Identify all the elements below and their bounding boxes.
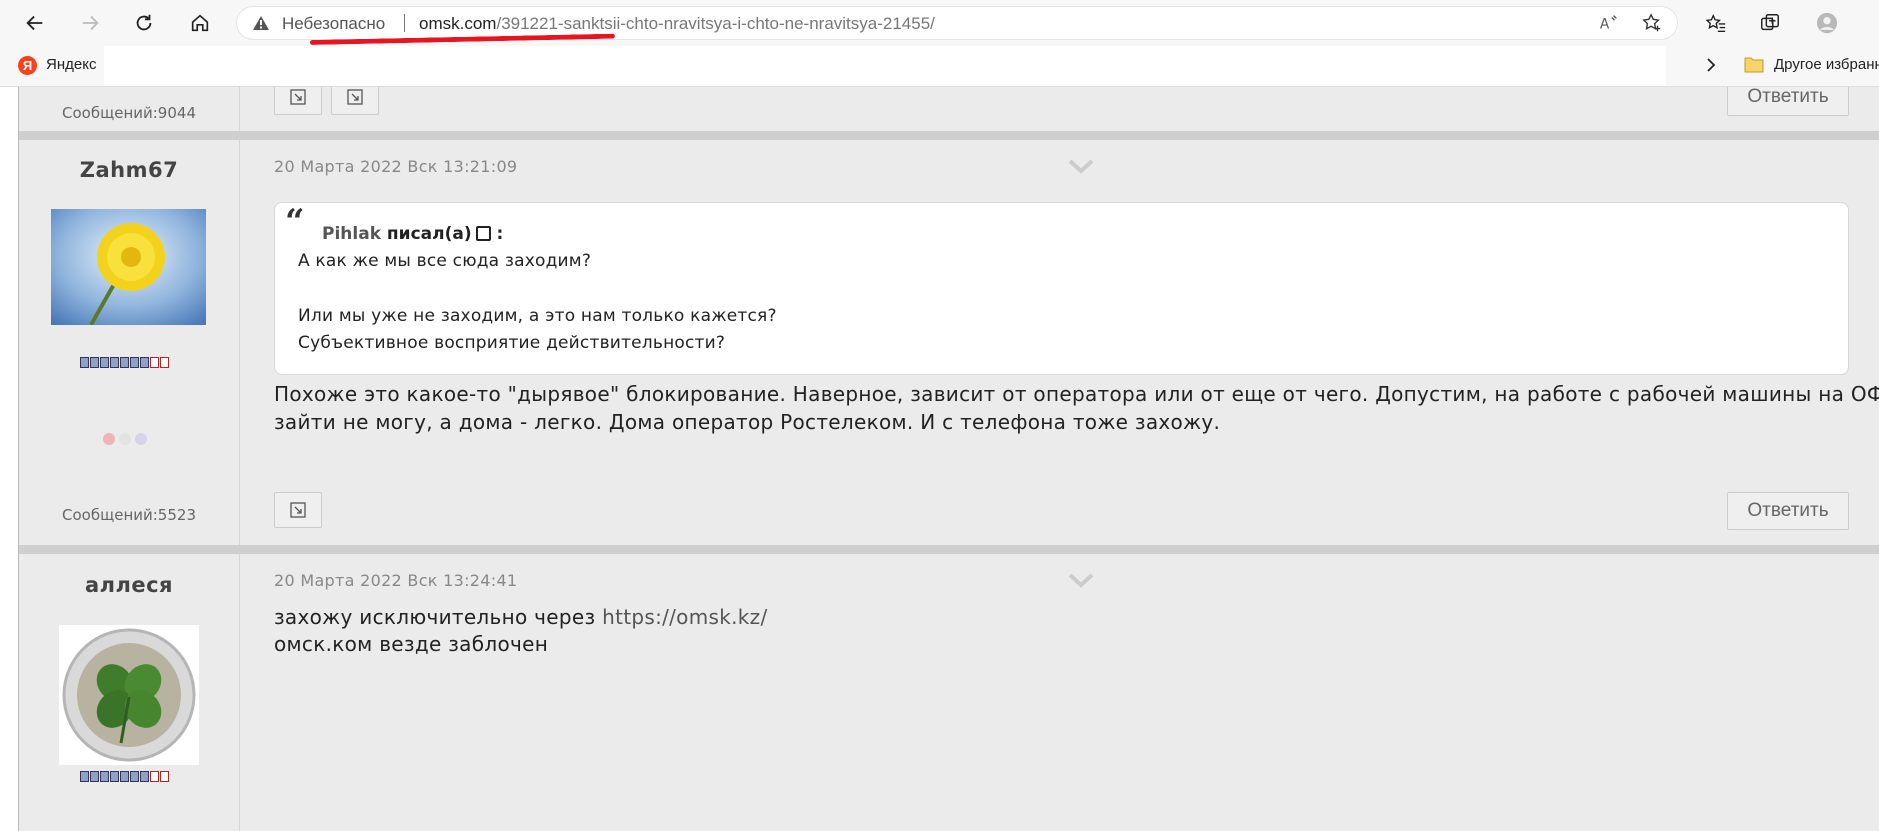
svg-text:A: A bbox=[1600, 17, 1610, 33]
folder-icon bbox=[1744, 57, 1764, 73]
avatar[interactable] bbox=[51, 209, 206, 325]
post-text: захожу исключительно через bbox=[274, 605, 603, 629]
url-host: omsk.com bbox=[419, 14, 497, 33]
clover-coin-avatar-image bbox=[59, 625, 199, 765]
chevron-down-icon[interactable] bbox=[1067, 572, 1095, 588]
reply-button[interactable]: Ответить bbox=[1727, 492, 1849, 530]
award-icon bbox=[119, 433, 131, 445]
profile-button[interactable] bbox=[1810, 7, 1844, 39]
quote-wrote-label: писал(а) bbox=[386, 224, 472, 244]
warning-icon[interactable] bbox=[252, 15, 270, 31]
award-icons bbox=[103, 433, 147, 445]
forward-icon bbox=[82, 15, 99, 31]
chevron-down-icon[interactable] bbox=[1067, 158, 1095, 174]
message-count: Сообщений:5523 bbox=[62, 506, 196, 524]
forum-post: Zahm67 Сообщений:5523 20 Марта 2022 Вск … bbox=[19, 140, 1879, 545]
quote-header: Pihlak писал(а) : bbox=[322, 224, 503, 244]
quote-line: Субъективное восприятие действительности… bbox=[298, 333, 726, 353]
quote-line: А как же мы все сюда заходим? bbox=[298, 251, 592, 271]
post-text-line: омск.ком везде заблочен bbox=[274, 632, 549, 656]
rank-indicator bbox=[80, 357, 169, 368]
back-button[interactable] bbox=[18, 7, 52, 39]
jump-icon bbox=[290, 89, 306, 105]
bookmarks-bar: Я Яндекс Другое избранн bbox=[0, 46, 1879, 87]
post-divider bbox=[19, 545, 1879, 554]
post-body: 20 Марта 2022 Вск 13:24:41 захожу исключ… bbox=[240, 554, 1879, 831]
back-icon bbox=[26, 15, 43, 31]
jump-button[interactable] bbox=[274, 87, 322, 115]
post-date: 20 Марта 2022 Вск 13:21:09 bbox=[274, 157, 518, 176]
address-separator bbox=[404, 14, 405, 32]
collections-icon bbox=[1761, 14, 1779, 31]
forum-post: Сообщений:9044 Ответить bbox=[19, 87, 1879, 131]
yandex-icon: Я bbox=[18, 56, 37, 75]
post-author-panel: Zahm67 Сообщений:5523 bbox=[19, 140, 240, 545]
url-text[interactable]: omsk.com/391221-sanktsii-chto-nravitsya-… bbox=[419, 14, 935, 34]
favorites-button[interactable] bbox=[1699, 7, 1733, 39]
quote-link-icon[interactable] bbox=[475, 226, 491, 241]
refresh-icon bbox=[136, 14, 152, 31]
post-author-panel: аллеся bbox=[19, 554, 240, 831]
chevron-right-icon[interactable] bbox=[1702, 56, 1720, 74]
quote-block: “ Pihlak писал(а) : А как же мы все сюда… bbox=[274, 202, 1849, 375]
post-date: 20 Марта 2022 Вск 13:24:41 bbox=[274, 571, 518, 590]
award-icon bbox=[135, 433, 147, 445]
quote-author[interactable]: Pihlak bbox=[322, 224, 381, 244]
forward-button[interactable] bbox=[73, 7, 107, 39]
bookmark-other-favorites[interactable]: Другое избранн bbox=[1774, 56, 1879, 73]
home-icon bbox=[191, 14, 209, 32]
post-text-line: Похоже это какое-то "дырявое" блокирован… bbox=[274, 382, 1879, 406]
forum-page: Сообщений:9044 Ответить Zahm67 Сообщений… bbox=[0, 87, 1879, 831]
bookmark-yandex[interactable]: Яндекс bbox=[46, 56, 96, 73]
post-body: Ответить bbox=[240, 87, 1879, 131]
url-path: /391221-sanktsii-chto-nravitsya-i-chto-n… bbox=[496, 14, 935, 33]
refresh-button[interactable] bbox=[127, 7, 161, 39]
home-button[interactable] bbox=[183, 7, 217, 39]
post-username[interactable]: аллеся bbox=[19, 573, 239, 597]
external-link[interactable]: https://omsk.kz/ bbox=[602, 605, 767, 629]
post-divider bbox=[19, 131, 1879, 140]
reply-button[interactable]: Ответить bbox=[1727, 87, 1849, 116]
collections-button[interactable] bbox=[1753, 7, 1787, 39]
jump-button[interactable] bbox=[274, 492, 322, 528]
avatar[interactable] bbox=[59, 625, 199, 765]
favorites-icon bbox=[1705, 13, 1726, 32]
insecure-label[interactable]: Небезопасно bbox=[282, 14, 385, 34]
quote-line: Или мы уже не заходим, а это нам только … bbox=[298, 306, 777, 326]
post-text-line: захожу исключительно через https://omsk.… bbox=[274, 605, 767, 629]
profile-icon bbox=[1816, 12, 1838, 34]
jump-icon bbox=[290, 502, 306, 518]
post-body: 20 Марта 2022 Вск 13:21:09 “ Pihlak писа… bbox=[240, 140, 1879, 545]
message-count: Сообщений:9044 bbox=[62, 104, 196, 122]
award-icon bbox=[103, 433, 115, 445]
rank-indicator bbox=[80, 771, 169, 782]
post-author-panel: Сообщений:9044 bbox=[19, 87, 240, 131]
forum-post: аллеся 20 Марта 2022 Вск 13:24:41 захожу… bbox=[19, 554, 1879, 831]
browser-toolbar: Небезопасно omsk.com/391221-sanktsii-cht… bbox=[0, 0, 1879, 46]
quote-mark-icon: “ bbox=[285, 202, 305, 242]
favorite-add-icon[interactable] bbox=[1641, 12, 1663, 34]
dandelion-avatar-image bbox=[51, 209, 206, 325]
address-bar[interactable]: Небезопасно omsk.com/391221-sanktsii-cht… bbox=[236, 6, 1678, 40]
bookmarks-empty-area bbox=[104, 46, 1666, 86]
post-username[interactable]: Zahm67 bbox=[19, 158, 239, 182]
quote-colon: : bbox=[496, 224, 504, 244]
read-aloud-icon[interactable]: A bbox=[1598, 12, 1620, 34]
jump-button[interactable] bbox=[331, 87, 379, 115]
post-text-line: зайти не могу, а дома - легко. Дома опер… bbox=[274, 410, 1221, 434]
jump-icon bbox=[347, 89, 363, 105]
